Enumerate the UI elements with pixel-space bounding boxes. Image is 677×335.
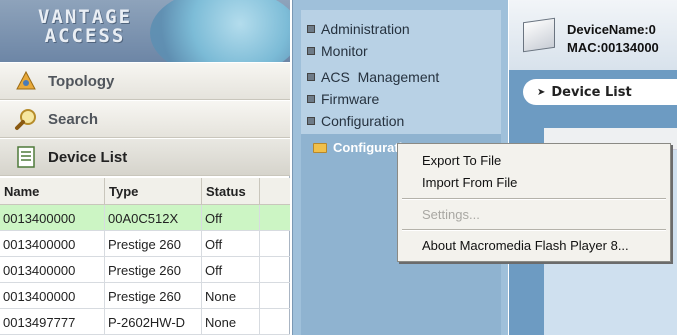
nav-search-button[interactable]: Search (0, 100, 290, 138)
nav-topology-label: Topology (48, 72, 115, 90)
bullet-icon (307, 73, 315, 81)
cell-name: 0013400000 (0, 257, 105, 282)
menu-item-firmware[interactable]: Firmware (307, 88, 379, 110)
cell-status: Off (202, 205, 260, 230)
arrow-right-icon: ➤ (537, 86, 546, 98)
nav-search-label: Search (48, 110, 99, 128)
column-header-type[interactable]: Type (105, 178, 202, 204)
context-item-export-to-file[interactable]: Export To File (422, 153, 501, 173)
menu-item-label: Configuration (321, 113, 405, 129)
cell-name: 0013400000 (0, 231, 105, 256)
left-panel: VANTAGE ACCESS Topology Search Device Li… (0, 0, 290, 335)
menu-item-label: Firmware (321, 91, 380, 107)
menu-item-label: ACS Management (321, 69, 440, 85)
device-header: DeviceName:0 MAC:00134000 (509, 0, 677, 70)
device-mac: MAC:00134000 (567, 40, 659, 55)
context-item-about-flash-player[interactable]: About Macromedia Flash Player 8... (422, 238, 629, 258)
menu-item-acs-management[interactable]: ACS Management (307, 66, 439, 88)
cell-name: 0013400000 (0, 205, 105, 230)
nav-topology-button[interactable]: Topology (0, 62, 290, 100)
menu-item-configuration[interactable]: Configuration (307, 110, 404, 132)
table-row[interactable]: 0013400000 00A0C512X Off (0, 205, 290, 231)
bullet-icon (307, 117, 315, 125)
logo-swoosh-graphic (150, 0, 290, 62)
table-header: Name Type Status (0, 178, 290, 205)
menu-separator (402, 198, 666, 200)
logo-bar: VANTAGE ACCESS (0, 0, 290, 62)
device-name: DeviceName:0 (567, 22, 656, 37)
cell-status: None (202, 309, 260, 334)
topology-icon (14, 69, 38, 93)
nav-device-list-button[interactable]: Device List (0, 138, 290, 176)
bullet-icon (307, 25, 315, 33)
nav-device-list-label: Device List (48, 148, 128, 166)
menu-item-administration[interactable]: Administration (307, 18, 410, 40)
device-list-icon (14, 145, 38, 169)
cell-status: Off (202, 231, 260, 256)
cell-type: Prestige 260 (105, 257, 202, 282)
tab-device-list[interactable]: ➤ Device List (523, 79, 677, 105)
menu-separator (402, 229, 666, 231)
cell-status: Off (202, 257, 260, 282)
context-menu: Export To File Import From File Settings… (397, 143, 671, 262)
folder-icon (313, 142, 327, 153)
table-row[interactable]: 0013400000 Prestige 260 Off (0, 257, 290, 283)
cell-type: P-2602HW-D (105, 309, 202, 334)
tab-label: Device List (551, 84, 632, 100)
table-row[interactable]: 0013400000 Prestige 260 None (0, 283, 290, 309)
bullet-icon (307, 95, 315, 103)
device-table: Name Type Status 0013400000 00A0C512X Of… (0, 178, 290, 335)
menu-item-monitor[interactable]: Monitor (307, 40, 368, 62)
search-icon (14, 107, 38, 131)
bullet-icon (307, 47, 315, 55)
device-icon (523, 17, 555, 53)
cell-name: 0013400000 (0, 283, 105, 308)
logo-line-2: ACCESS (44, 25, 126, 47)
cell-type: 00A0C512X (105, 205, 202, 230)
app-logo: VANTAGE ACCESS (10, 8, 160, 46)
cell-type: Prestige 260 (105, 231, 202, 256)
menu-item-label: Administration (321, 21, 410, 37)
cell-name: 0013497777 (0, 309, 105, 334)
menu-item-label: Monitor (321, 43, 368, 59)
context-item-settings[interactable]: Settings... (422, 207, 480, 227)
context-item-import-from-file[interactable]: Import From File (422, 175, 517, 195)
column-header-status[interactable]: Status (202, 178, 260, 204)
cell-type: Prestige 260 (105, 283, 202, 308)
table-row[interactable]: 0013400000 Prestige 260 Off (0, 231, 290, 257)
column-header-name[interactable]: Name (0, 178, 105, 204)
table-row[interactable]: 0013497777 P-2602HW-D None (0, 309, 290, 335)
cell-status: None (202, 283, 260, 308)
